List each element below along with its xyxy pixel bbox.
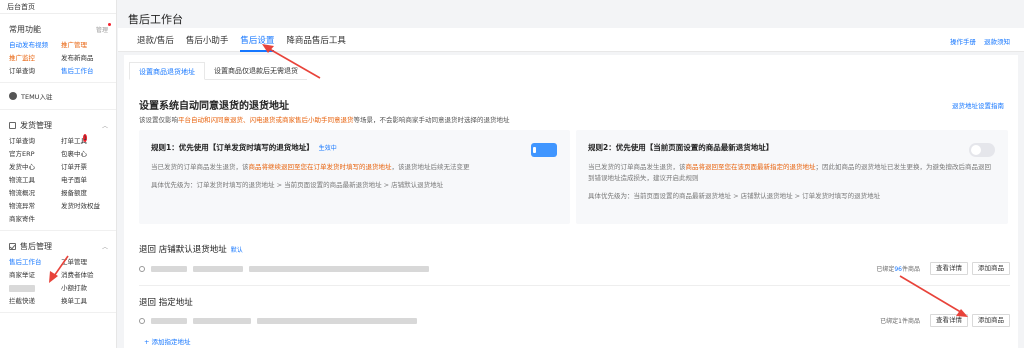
annotation-arrows — [49, 44, 968, 317]
arrow-to-add-product — [899, 275, 968, 317]
arrow-to-sidebar-workbench — [49, 255, 69, 283]
arrow-to-settings-tab — [262, 44, 321, 79]
